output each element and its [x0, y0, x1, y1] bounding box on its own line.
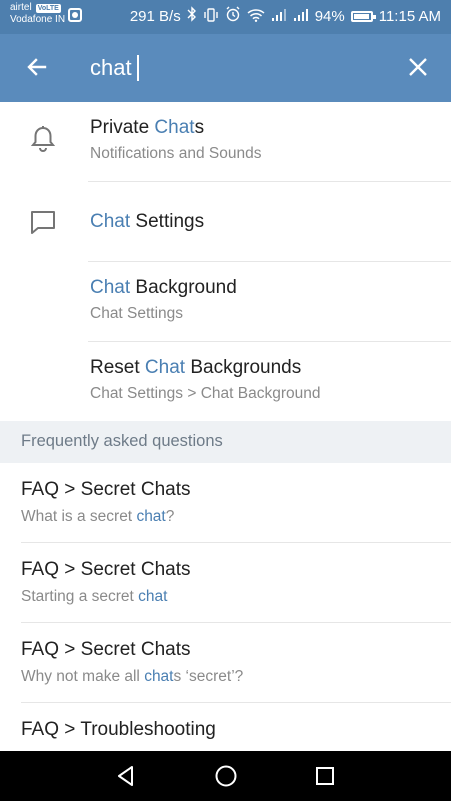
search-app-bar: [0, 34, 451, 102]
arrow-left-icon: [27, 58, 47, 76]
faq-subtitle-text: Starting a secret: [21, 588, 139, 605]
result-title: Private Chats: [90, 117, 204, 139]
search-results: Private Chats Notifications and Sounds C…: [0, 102, 451, 421]
result-title: Reset Chat Backgrounds: [90, 357, 301, 379]
faq-title: FAQ > Troubleshooting: [21, 719, 216, 740]
faq-subtitle-highlight: chat: [144, 668, 174, 685]
status-right: 291 B/s 94% 11:15 AM: [130, 6, 441, 27]
carrier-1: airtel: [10, 2, 32, 13]
back-button[interactable]: [22, 52, 52, 82]
faq-subtitle-text: ?: [165, 508, 175, 525]
status-bar: airtel VoLTE Vodafone IN 291 B/s 94% 11:…: [0, 0, 451, 34]
wifi-icon: [247, 7, 265, 27]
faq-subtitle: What is a secret chat?: [21, 508, 174, 526]
volte-badge: VoLTE: [35, 3, 61, 13]
carrier-2: Vodafone IN: [10, 14, 66, 25]
close-icon: [409, 58, 427, 76]
bluetooth-icon: [187, 6, 197, 27]
notification-icon: [68, 8, 82, 22]
title-highlight: Chat: [90, 211, 131, 232]
title-highlight: Chat: [154, 117, 195, 138]
title-text: Background: [130, 277, 237, 298]
bell-icon: [30, 126, 56, 152]
faq-item[interactable]: FAQ > Secret Chats Why not make all chat…: [0, 623, 451, 703]
faq-section-header: Frequently asked questions: [0, 421, 451, 463]
title-text: Private: [90, 117, 155, 138]
title-text: Backgrounds: [185, 357, 302, 378]
title-text: Settings: [130, 211, 205, 232]
title-text: s: [194, 117, 205, 138]
faq-item[interactable]: FAQ > Secret Chats Starting a secret cha…: [0, 543, 451, 623]
faq-subtitle: Why not make all chats ‘secret’?: [21, 668, 243, 686]
faq-subtitle-highlight: chat: [138, 588, 168, 605]
result-subtitle: Chat Settings: [90, 305, 184, 322]
chat-bubble-icon: [31, 211, 55, 234]
alarm-icon: [225, 6, 241, 27]
clear-search-button[interactable]: [403, 52, 433, 82]
back-triangle-icon[interactable]: [113, 763, 139, 789]
faq-subtitle: Starting a secret chat: [21, 588, 167, 606]
signal-icon: [271, 7, 287, 27]
faq-subtitle-highlight: chat: [136, 508, 166, 525]
result-item-private-chats[interactable]: Private Chats Notifications and Sounds: [0, 102, 451, 182]
faq-title: FAQ > Secret Chats: [21, 639, 191, 660]
text-cursor: [137, 55, 139, 81]
recents-square-icon[interactable]: [312, 763, 338, 789]
faq-title: FAQ > Secret Chats: [21, 479, 191, 500]
faq-subtitle-text: Why not make all: [21, 668, 145, 685]
title-highlight: Chat: [90, 277, 131, 298]
faq-subtitle-text: What is a secret: [21, 508, 137, 525]
title-text: Reset: [90, 357, 145, 378]
home-circle-icon[interactable]: [213, 763, 239, 789]
vibrate-icon: [203, 7, 219, 27]
result-item-chat-background[interactable]: Chat Background Chat Settings: [0, 262, 451, 342]
search-input[interactable]: [90, 48, 380, 88]
result-subtitle: Notifications and Sounds: [90, 145, 262, 162]
signal-icon: [293, 7, 309, 27]
battery-percent: 94%: [314, 7, 345, 25]
clock: 11:15 AM: [378, 7, 441, 25]
result-title: Chat Settings: [90, 211, 204, 233]
result-item-chat-settings[interactable]: Chat Settings: [0, 182, 451, 262]
battery-icon: [350, 11, 376, 22]
faq-subtitle-text: s ‘secret’?: [173, 668, 244, 685]
faq-title: FAQ > Secret Chats: [21, 559, 191, 580]
title-highlight: Chat: [144, 357, 186, 378]
carrier-info: airtel VoLTE Vodafone IN: [10, 2, 65, 26]
result-item-reset-chat-backgrounds[interactable]: Reset Chat Backgrounds Chat Settings > C…: [0, 342, 451, 421]
system-nav-bar: [0, 751, 451, 801]
result-subtitle: Chat Settings > Chat Background: [90, 385, 321, 402]
network-speed: 291 B/s: [129, 7, 181, 25]
faq-header-label: Frequently asked questions: [21, 432, 223, 450]
search-box: [90, 48, 380, 88]
result-title: Chat Background: [90, 277, 237, 299]
faq-item[interactable]: FAQ > Secret Chats What is a secret chat…: [0, 463, 451, 543]
